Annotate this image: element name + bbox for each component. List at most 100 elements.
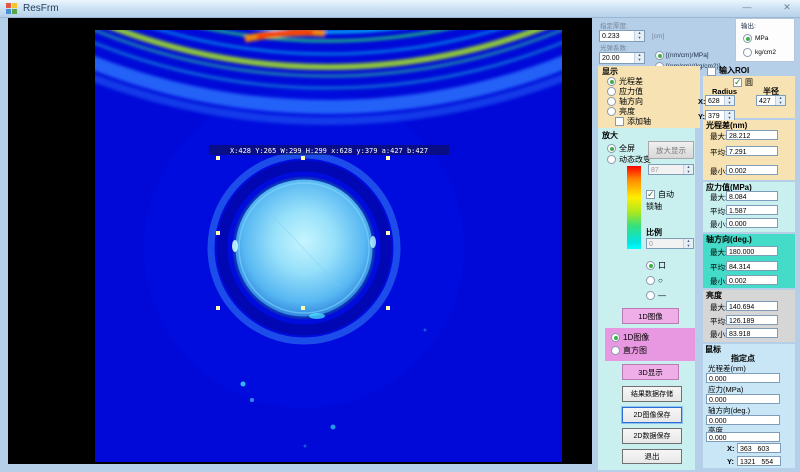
display-axis-label: 轴方向 [619,97,643,106]
opd-min-field: 0.002 [726,165,778,175]
spinner-arrows[interactable]: ▴▾ [724,96,734,105]
min-label: 最小: [710,277,727,286]
spinner-arrows[interactable]: ▴▾ [683,165,693,174]
output-label: 输出: [741,22,756,31]
axis-avg-field: 84.314 [726,261,778,271]
unit-mpa-radio[interactable] [655,51,664,60]
roi-radius-spinner[interactable]: 427▴▾ [756,95,786,106]
resfrm-window: { "window": {"title": "ResFrm"}, "titleb… [0,0,800,472]
shape-line-radio[interactable] [646,291,655,300]
zoom-full-radio[interactable] [607,144,616,153]
min-label: 最小: [710,220,727,229]
mouse-title: 鼠标 [705,345,721,354]
display-title: 显示 [602,67,618,76]
spinner-arrows[interactable]: ▴▾ [775,96,785,105]
mouse-stress-label: 应力(MPa) [708,385,743,394]
auto-checkbox[interactable] [646,190,655,199]
coeff-spinner[interactable]: 20.00▴▾ [599,52,645,64]
shape-square-label: 口 [658,261,666,270]
roi-info-text: X:428 Y:265 W:299 H:299 x:628 y:379 a:42… [230,147,428,155]
3d-display-button[interactable]: 3D显示 [622,364,679,380]
input-roi-label: 输入ROI [719,66,749,75]
save-2d-data-button[interactable]: 2D数据保存 [622,428,682,444]
stress-avg-field: 1.587 [726,205,778,215]
app-icon [6,3,17,14]
display-stress-radio[interactable] [607,87,616,96]
opd-avg-field: 7.291 [726,146,778,156]
zoom-dynamic-radio[interactable] [607,155,616,164]
roi-handle [216,306,220,310]
display-opd-label: 光程差 [619,77,643,86]
spinner-arrows[interactable]: ▴▾ [724,111,734,120]
spinner-arrows[interactable]: ▴▾ [634,31,644,41]
plot-mode-panel [605,328,695,361]
plot-hist-radio[interactable] [611,346,620,355]
shape-circle-radio[interactable] [646,276,655,285]
display-bright-label: 亮度 [619,107,635,116]
avg-label: 平均: [710,148,727,157]
spinner-arrows[interactable]: ▴▾ [634,53,644,63]
opd-max-field: 28.212 [726,130,778,140]
stress-min-field: 0.000 [726,218,778,228]
axis-min-field: 0.002 [726,275,778,285]
max-label: 最大: [710,132,727,141]
exit-button[interactable]: 退出 [622,449,682,464]
image-canvas[interactable]: X:428 Y:265 W:299 H:299 x:628 y:379 a:42… [8,18,592,464]
roi-circle-checkbox[interactable] [733,78,742,87]
plot-1d-label: 1D图像 [623,333,649,342]
bright-max-field: 140.694 [726,301,778,311]
level-spinner[interactable]: 87▴▾ [648,164,694,175]
heatmap-image[interactable]: X:428 Y:265 W:299 H:299 x:628 y:379 a:42… [95,30,562,462]
mouse-x-field: 363 603 [737,443,781,453]
bright-avg-field: 126.189 [726,315,778,325]
zoom-dynamic-label: 动态改变 [619,155,651,164]
plot-hist-label: 直方图 [623,346,647,355]
shape-square-radio[interactable] [646,261,655,270]
mouse-bright-field: 0.000 [706,432,780,442]
plot-1d-radio[interactable] [611,333,620,342]
mouse-opd-field: 0.000 [706,373,780,383]
zoom-display-button[interactable]: 放大显示 [648,141,694,159]
close-button[interactable]: ✕ [778,2,796,13]
max-label: 最大: [710,303,727,312]
save-2d-image-button[interactable]: 2D图像保存 [622,407,682,423]
display-bright-radio[interactable] [607,107,616,116]
mouse-y-label: Y: [727,457,734,466]
scale-spinner[interactable]: 0▴▾ [646,238,694,249]
auto-label: 自动 [658,190,674,199]
save-result-button[interactable]: 结果数据存储 [622,386,682,402]
axis-max-field: 180.000 [726,246,778,256]
output-kg-label: kg/cm2 [755,48,776,57]
mouse-y-field: 1321 554 [737,456,781,466]
display-opd-radio[interactable] [607,77,616,86]
mouse-opd-label: 光程差(nm) [708,364,746,373]
1d-image-button[interactable]: 1D图像 [622,308,679,324]
max-label: 最大: [710,193,727,202]
avg-label: 平均: [710,263,727,272]
roi-handle [386,156,390,160]
output-mpa-radio[interactable] [743,34,752,43]
avg-label: 平均: [710,207,727,216]
display-axis-radio[interactable] [607,97,616,106]
display-stress-label: 应力值 [619,87,643,96]
avg-label: 平均: [710,317,727,326]
window-title: ResFrm [23,3,59,14]
output-kg-radio[interactable] [743,48,752,57]
roi-circle-label: 圆 [745,78,753,87]
minimize-button[interactable]: — [738,2,756,12]
roi-handle [216,231,220,235]
point-label: 指定点 [731,354,755,363]
bright-stats-title: 亮度 [706,291,722,300]
min-label: 最小: [710,167,727,176]
mouse-x-label: X: [727,444,735,453]
thickness-spinner[interactable]: 0.233▴▾ [599,30,645,42]
spinner-arrows[interactable]: ▴▾ [683,239,693,248]
input-roi-checkbox[interactable] [707,67,716,76]
sample-disk [211,155,397,341]
roi-x-spinner[interactable]: 628▴▾ [705,95,735,106]
mouse-axis-field: 0.000 [706,415,780,425]
add-axis-checkbox[interactable] [615,117,624,126]
roi-handle [386,231,390,235]
zoom-full-label: 全屏 [619,144,635,153]
mouse-stress-field: 0.000 [706,394,780,404]
